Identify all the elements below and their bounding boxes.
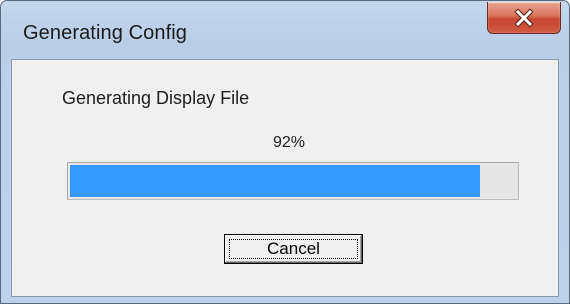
cancel-button[interactable]: Cancel — [224, 234, 363, 264]
progress-fill — [70, 165, 481, 197]
close-icon — [514, 7, 534, 28]
close-button[interactable] — [487, 2, 561, 34]
progress-percent: 92% — [272, 134, 306, 151]
status-label: Generating Display File — [62, 88, 250, 108]
dialog-window: Generating Config Generating Display Fil… — [0, 0, 570, 304]
cancel-button-label: Cancel — [267, 239, 320, 258]
window-title: Generating Config — [23, 22, 188, 44]
progress-bar — [67, 162, 519, 200]
dialog-body: Generating Display File 92% Cancel — [11, 59, 559, 297]
title-bar[interactable]: Generating Config — [1, 1, 569, 59]
